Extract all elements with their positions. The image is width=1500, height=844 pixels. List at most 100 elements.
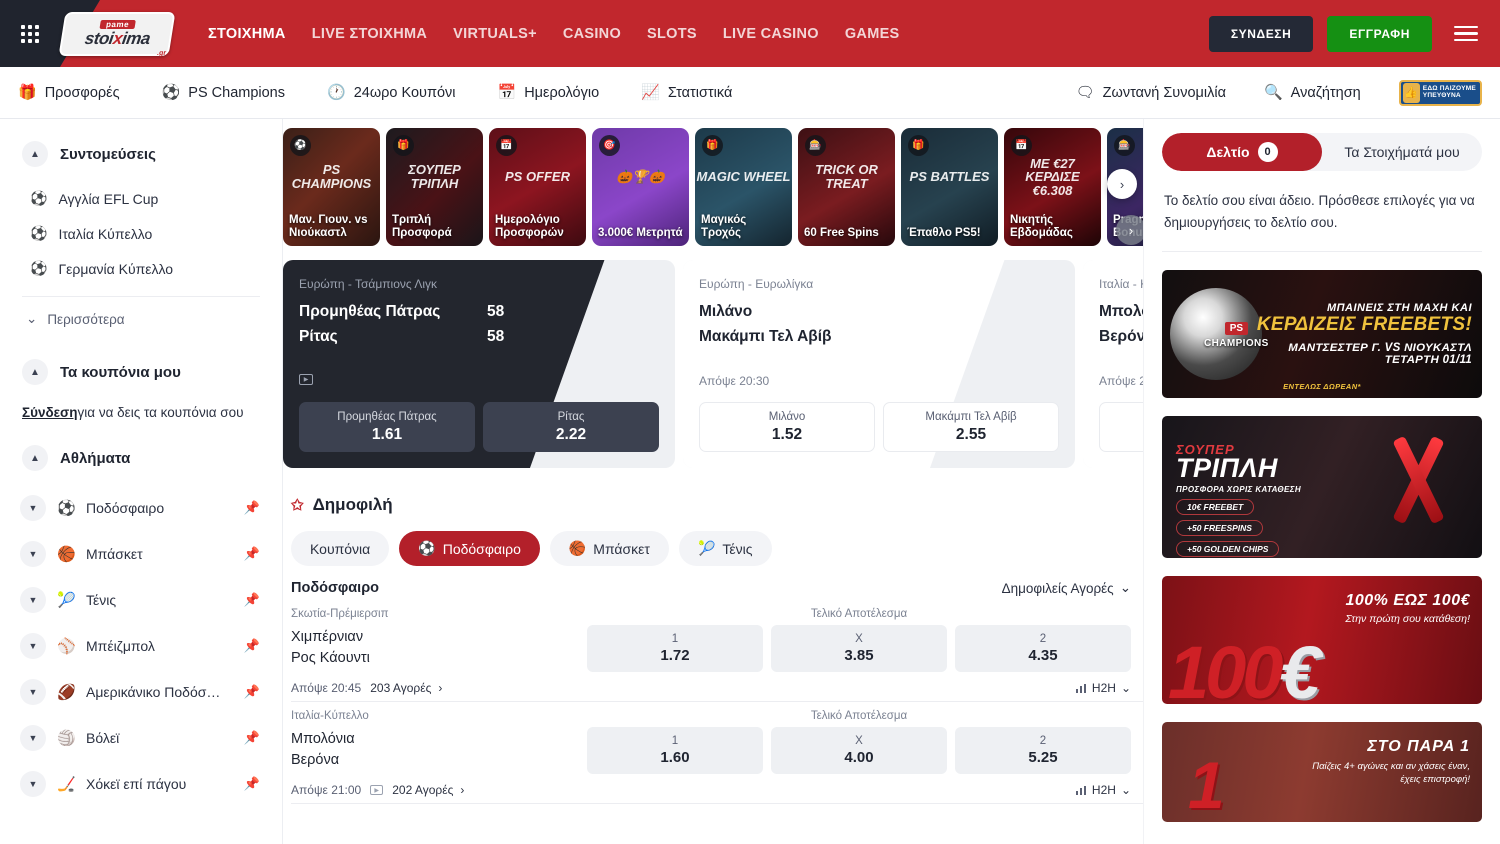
event-row-2[interactable]: Ιταλία-ΚύπελλοΜπολόνιαΒερόναΤελικό Αποτέ… bbox=[291, 702, 1143, 804]
chevron-down-icon[interactable]: ▼ bbox=[20, 541, 46, 567]
event-h2h-button[interactable]: H2H⌄ bbox=[1076, 681, 1131, 695]
nav-item-1[interactable]: ΣΤΟΙΧΗΜΑ bbox=[208, 26, 286, 42]
pin-icon[interactable]: 📌 bbox=[244, 592, 260, 608]
promo-card-3[interactable]: PS OFFER📅Ημερολόγιο Προσφορών bbox=[489, 128, 586, 246]
promo-carousel-next-button[interactable]: › bbox=[1107, 169, 1137, 199]
subnav-item-5[interactable]: 📈Στατιστικά bbox=[641, 85, 732, 101]
chevron-down-icon[interactable]: ▼ bbox=[20, 679, 46, 705]
home-team-name: Μπολόνια bbox=[1099, 300, 1143, 325]
pin-icon[interactable]: 📌 bbox=[244, 776, 260, 792]
promo-card-5[interactable]: MAGIC WHEEL🎁Μαγικός Τροχός bbox=[695, 128, 792, 246]
event-odd-3[interactable]: 25.25 bbox=[955, 727, 1131, 774]
markets-dropdown[interactable]: Δημοφιλείς Αγορές ⌄ bbox=[1002, 580, 1131, 596]
promo-banner-welcome-100[interactable]: 100€ 100% ΕΩΣ 100€ Στην πρώτη σου κατάθε… bbox=[1162, 576, 1482, 704]
promo-card-7[interactable]: PS BATTLES🎁Έπαθλο PS5! bbox=[901, 128, 998, 246]
tv-stream-icon[interactable]: ▶ bbox=[370, 785, 383, 795]
sidebar-shortcut-2[interactable]: ⚽Ιταλία Κύπελλο bbox=[0, 216, 282, 251]
match-card-odd-1[interactable]: Προμηθέας Πάτρας1.61 bbox=[299, 402, 475, 452]
match-card-odd-1[interactable]: Μιλάνο1.52 bbox=[699, 402, 875, 452]
match-card-2[interactable]: Ευρώπη - ΕυρωλίγκαΜιλάνοΜακάμπι Τελ Αβίβ… bbox=[683, 260, 1075, 468]
event-h2h-button[interactable]: H2H⌄ bbox=[1076, 783, 1131, 797]
match-card-odd-1[interactable]: 11.60 bbox=[1099, 402, 1143, 452]
sidebar-sport-1[interactable]: ▼⚽Ποδόσφαιρο📌 bbox=[0, 485, 282, 531]
tab-betslip[interactable]: Δελτίο 0 bbox=[1162, 133, 1322, 171]
chevron-down-icon: ⌄ bbox=[1121, 783, 1131, 797]
sidebar-shortcut-3[interactable]: ⚽Γερμανία Κύπελλο bbox=[0, 251, 282, 286]
nav-item-7[interactable]: GAMES bbox=[845, 26, 900, 42]
subnav-item-4[interactable]: 📅Ημερολόγιο bbox=[498, 85, 600, 101]
login-button[interactable]: ΣΥΝΔΕΣΗ bbox=[1209, 16, 1314, 52]
chevron-down-icon[interactable]: ▼ bbox=[20, 633, 46, 659]
match-card-1[interactable]: Ευρώπη - Τσάμπιονς ΛιγκΠρομηθέας Πάτρας5… bbox=[283, 260, 675, 468]
signup-button[interactable]: ΕΓΓΡΑΦΗ bbox=[1327, 16, 1432, 52]
promo-card-6[interactable]: TRICK OR TREAT🎰60 Free Spins bbox=[798, 128, 895, 246]
nav-item-6[interactable]: LIVE CASINO bbox=[723, 26, 819, 42]
match-card-odd-2[interactable]: Ρίτας2.22 bbox=[483, 402, 659, 452]
sport-icon: 🎾 bbox=[57, 591, 75, 609]
sidebar-sport-4[interactable]: ▼⚾Μπέιζμπολ📌 bbox=[0, 623, 282, 669]
chevron-down-icon[interactable]: ▼ bbox=[20, 771, 46, 797]
sidebar-sport-5[interactable]: ▼🏈Αμερικάνικο Ποδόσ…📌 bbox=[0, 669, 282, 715]
pin-icon[interactable]: 📌 bbox=[244, 546, 260, 562]
subnav-item-1[interactable]: 🎁Προσφορές bbox=[18, 85, 120, 101]
sidebar-sport-3[interactable]: ▼🎾Τένις📌 bbox=[0, 577, 282, 623]
topbar-actions: ΣΥΝΔΕΣΗ ΕΓΓΡΑΦΗ bbox=[1209, 16, 1500, 52]
pin-icon[interactable]: 📌 bbox=[244, 500, 260, 516]
nav-item-3[interactable]: VIRTUALS+ bbox=[453, 26, 537, 42]
promo-banner-sto-para-1[interactable]: 1 ΣΤΟ ΠΑΡΑ 1 Παίζεις 4+ αγώνες και αν χά… bbox=[1162, 722, 1482, 822]
subnav-item-2[interactable]: ⚽PS Champions bbox=[162, 85, 285, 101]
sidebar-sport-6[interactable]: ▼🏐Βόλεϊ📌 bbox=[0, 715, 282, 761]
match-card-3[interactable]: Ιταλία - ΚύπελλοΜπολόνιαΒερόναΑπόψε 21:0… bbox=[1083, 260, 1143, 468]
event-odd-3[interactable]: 24.35 bbox=[955, 625, 1131, 672]
event-odd-1[interactable]: 11.72 bbox=[587, 625, 763, 672]
promo-card-8[interactable]: ΜΕ €27 ΚΕΡΔΙΣΕ €6.308📅Νικητής Εβδομάδας bbox=[1004, 128, 1101, 246]
event-row-1[interactable]: Σκωτία-ΠρέμιερσιπΧιμπέρνιανΡος ΚάουντιΤε… bbox=[291, 600, 1143, 702]
event-odd-2[interactable]: X3.85 bbox=[771, 625, 947, 672]
hamburger-menu-icon[interactable] bbox=[1450, 20, 1482, 48]
my-coupons-section-header[interactable]: ▲ Τα κουπόνια μου bbox=[0, 359, 282, 385]
shortcuts-section-header[interactable]: ▲ Συντομεύσεις bbox=[0, 141, 282, 167]
pin-icon[interactable]: 📌 bbox=[244, 730, 260, 746]
promo-card-1[interactable]: PS CHAMPIONS⚽Μαν. Γιουν. vs Νιούκαστλ bbox=[283, 128, 380, 246]
nav-item-4[interactable]: CASINO bbox=[563, 26, 621, 42]
event-markets-link[interactable]: 203 Αγορές› bbox=[370, 681, 442, 695]
apps-grid-icon[interactable] bbox=[0, 25, 60, 43]
tab-my-bets[interactable]: Τα Στοιχήματά μου bbox=[1322, 133, 1482, 171]
promo-card-title: Νικητής Εβδομάδας bbox=[1010, 214, 1097, 241]
match-carousel-next-button[interactable]: › bbox=[1116, 215, 1143, 245]
chevron-down-icon[interactable]: ▼ bbox=[20, 495, 46, 521]
promo-card-4[interactable]: 🎃🏆🎃🎯3.000€ Μετρητά bbox=[592, 128, 689, 246]
chevron-down-icon[interactable]: ▼ bbox=[20, 587, 46, 613]
live-chat-link[interactable]: 🗨 Ζωντανή Συνομιλία bbox=[1076, 85, 1226, 101]
chevron-down-icon[interactable]: ▼ bbox=[20, 725, 46, 751]
shortcuts-more-button[interactable]: ⌄ Περισσότερα bbox=[0, 307, 282, 331]
nav-item-5[interactable]: SLOTS bbox=[647, 26, 697, 42]
responsible-gaming-badge[interactable]: 👍 ΕΔΩ ΠΑΙΖΟΥΜΕ ΥΠΕΥΘΥΝΑ bbox=[1399, 80, 1482, 106]
match-start-time: Απόψε 20:30 bbox=[699, 374, 1059, 388]
tab-my-bets-label: Τα Στοιχήματά μου bbox=[1344, 144, 1459, 160]
sports-section-header[interactable]: ▲ Αθλήματα bbox=[0, 445, 282, 471]
popular-chip-1[interactable]: Κουπόνια bbox=[291, 531, 389, 566]
popular-chip-3[interactable]: 🏀Μπάσκετ bbox=[550, 531, 669, 566]
match-card-odd-2[interactable]: Μακάμπι Τελ Αβίβ2.55 bbox=[883, 402, 1059, 452]
promo-banner-super-tripli[interactable]: ΣΟΥΠΕΡ ΤΡΙΠΛΗ ΠΡΟΣΦΟΡΑ ΧΩΡΙΣ ΚΑΤΑΘΕΣΗ 10… bbox=[1162, 416, 1482, 558]
promo-banner-ps-champions[interactable]: PS CHAMPIONS ΜΠΑΙΝΕΙΣ ΣΤΗ ΜΑΧΗ ΚΑΙ ΚΕΡΔΙ… bbox=[1162, 270, 1482, 398]
tv-stream-icon[interactable]: ▶ bbox=[299, 374, 313, 385]
sidebar-sport-7[interactable]: ▼🏒Χόκεϊ επί πάγου📌 bbox=[0, 761, 282, 807]
search-link[interactable]: 🔍 Αναζήτηση bbox=[1264, 85, 1361, 101]
pin-icon[interactable]: 📌 bbox=[244, 684, 260, 700]
event-odd-1[interactable]: 11.60 bbox=[587, 727, 763, 774]
sidebar-login-link[interactable]: Σύνδεση bbox=[22, 405, 78, 420]
banner-line-3: ΜΑΝΤΣΕΣΤΕΡ Γ. VS ΝΙΟΥΚΑΣΤΛ bbox=[1257, 342, 1472, 354]
subnav-item-3[interactable]: 🕐24ωρο Κουπόνι bbox=[327, 85, 456, 101]
site-logo[interactable]: pame stoixima .gr bbox=[58, 11, 176, 57]
popular-chip-4[interactable]: 🎾Τένις bbox=[679, 531, 772, 566]
popular-chip-2[interactable]: ⚽Ποδόσφαιρο bbox=[399, 531, 540, 566]
nav-item-2[interactable]: LIVE ΣΤΟΙΧΗΜΑ bbox=[312, 26, 427, 42]
sidebar-sport-2[interactable]: ▼🏀Μπάσκετ📌 bbox=[0, 531, 282, 577]
event-markets-link[interactable]: 202 Αγορές› bbox=[392, 783, 464, 797]
event-odd-2[interactable]: X4.00 bbox=[771, 727, 947, 774]
promo-card-2[interactable]: ΣΟΥΠΕΡ ΤΡΙΠΛΗ🎁Τριπλή Προσφορά bbox=[386, 128, 483, 246]
pin-icon[interactable]: 📌 bbox=[244, 638, 260, 654]
sidebar-shortcut-1[interactable]: ⚽Αγγλία EFL Cup bbox=[0, 181, 282, 216]
